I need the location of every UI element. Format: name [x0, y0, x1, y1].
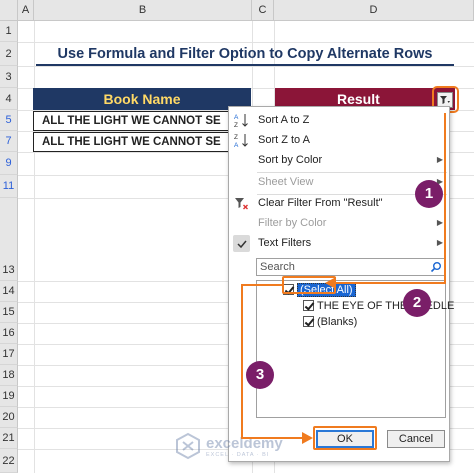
grid-line	[18, 66, 474, 67]
menu-sort-by-color[interactable]: Sort by Color ▶	[229, 150, 449, 170]
search-icon	[430, 262, 441, 273]
list-item-label: THE EYE OF THE NEEDLE	[317, 300, 455, 312]
sort-descending-icon: ZA	[233, 132, 250, 149]
column-header-d[interactable]: D	[274, 0, 474, 21]
book-name-header[interactable]: Book Name	[33, 88, 251, 110]
column-header-b[interactable]: B	[34, 0, 252, 21]
menu-label: Sort A to Z	[258, 114, 310, 126]
checkbox-checked[interactable]	[303, 316, 314, 327]
row-header-15[interactable]: 15	[0, 302, 18, 323]
search-placeholder: Search	[260, 261, 295, 273]
row-header-22[interactable]: 22	[0, 449, 18, 473]
result-header-label: Result	[337, 91, 380, 107]
menu-filter-by-color: Filter by Color ▶	[229, 213, 449, 233]
row-header-17[interactable]: 17	[0, 344, 18, 365]
menu-sort-z-to-a[interactable]: ZA Sort Z to A	[229, 130, 449, 150]
submenu-arrow-icon: ▶	[436, 238, 443, 247]
menu-label: Sort Z to A	[258, 134, 310, 146]
row-header-14[interactable]: 14	[0, 281, 18, 302]
row-header-20[interactable]: 20	[0, 407, 18, 428]
row-header-11[interactable]: 11	[0, 175, 18, 198]
menu-label: Filter by Color	[258, 217, 327, 229]
column-header-a[interactable]: A	[18, 0, 34, 21]
row-header-13[interactable]: 13	[0, 198, 18, 281]
row-header-3[interactable]: 3	[0, 66, 18, 88]
row-header-4[interactable]: 4	[0, 88, 18, 110]
book-cell-row-5[interactable]: ALL THE LIGHT WE CANNOT SE	[33, 111, 251, 131]
svg-text:A: A	[234, 114, 239, 121]
menu-text-filters[interactable]: Text Filters ▶	[229, 233, 449, 253]
row-header-16[interactable]: 16	[0, 323, 18, 344]
select-all-corner[interactable]	[0, 0, 18, 21]
annotation-line	[241, 284, 243, 439]
annotation-line	[336, 282, 446, 284]
watermark-tagline: EXCEL · DATA · BI	[206, 452, 270, 458]
annotation-arrowhead	[325, 277, 336, 289]
list-item-label: (Blanks)	[317, 316, 358, 328]
menu-label: Sheet View	[258, 176, 314, 188]
step-badge-3: 3	[246, 361, 274, 389]
row-header-7[interactable]: 7	[0, 131, 18, 152]
row-header-21[interactable]: 21	[0, 428, 18, 449]
book-cell-row-7[interactable]: ALL THE LIGHT WE CANNOT SE	[33, 132, 251, 152]
row-header-9[interactable]: 9	[0, 152, 18, 175]
menu-sort-a-to-z[interactable]: AZ Sort A to Z	[229, 110, 449, 130]
submenu-arrow-icon: ▶	[436, 218, 443, 227]
step-badge-2: 2	[403, 289, 431, 317]
svg-text:Z: Z	[234, 122, 238, 129]
annotation-line	[444, 113, 446, 283]
column-header-c[interactable]: C	[252, 0, 274, 21]
sheet-title[interactable]: Use Formula and Filter Option to Copy Al…	[36, 42, 454, 66]
step-badge-1: 1	[415, 180, 443, 208]
exceldemy-logo-icon	[176, 432, 200, 460]
menu-label: Text Filters	[258, 237, 312, 249]
row-header-5[interactable]: 5	[0, 110, 18, 131]
row-header-19[interactable]: 19	[0, 386, 18, 407]
annotation-line	[241, 284, 283, 286]
cancel-button[interactable]: Cancel	[387, 430, 445, 448]
annotation-arrowhead	[302, 432, 313, 444]
row-header-18[interactable]: 18	[0, 365, 18, 386]
annotation-line	[241, 437, 303, 439]
clear-filter-icon	[233, 195, 250, 212]
svg-text:A: A	[234, 142, 239, 149]
row-header-1[interactable]: 1	[0, 21, 18, 42]
row-header-2[interactable]: 2	[0, 42, 18, 66]
ok-button-highlight	[313, 426, 377, 450]
submenu-arrow-icon: ▶	[436, 155, 443, 164]
search-input[interactable]: Search	[256, 258, 446, 276]
list-item-value[interactable]: THE EYE OF THE NEEDLE	[303, 298, 454, 314]
menu-label: Sort by Color	[258, 154, 323, 166]
svg-text:Z: Z	[234, 134, 238, 141]
list-item-blanks[interactable]: (Blanks)	[303, 314, 357, 330]
menu-label: Clear Filter From "Result"	[258, 197, 383, 209]
checkbox-checked[interactable]	[303, 300, 314, 311]
checkmark-icon	[233, 235, 250, 252]
sort-ascending-icon: AZ	[233, 112, 250, 129]
